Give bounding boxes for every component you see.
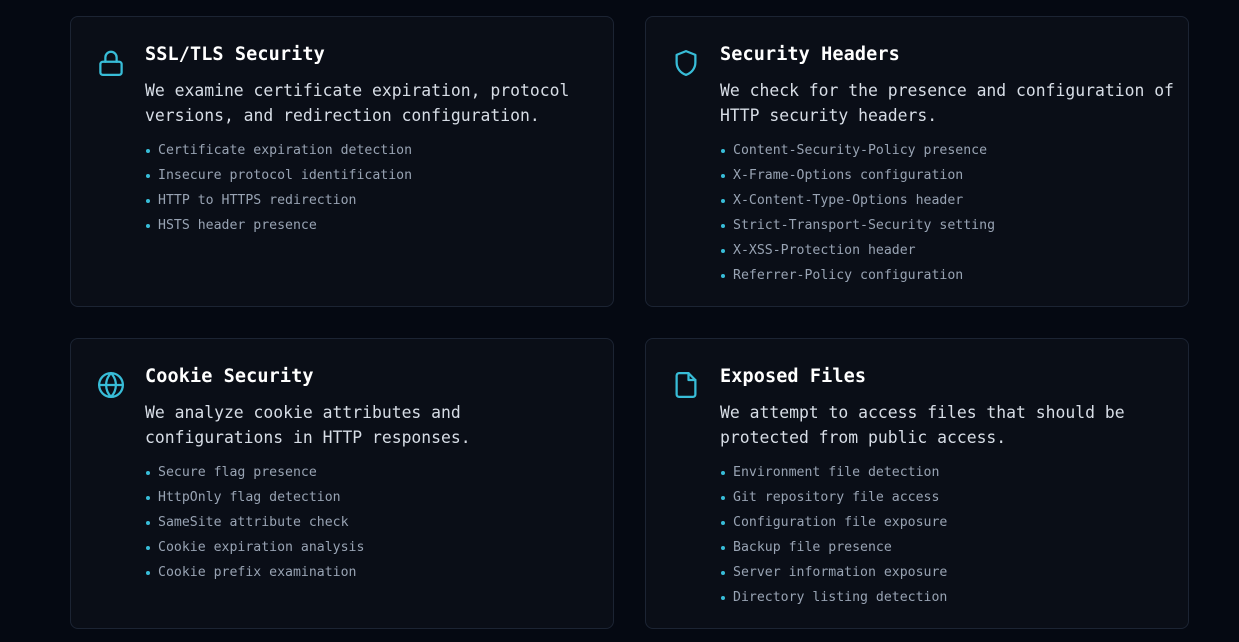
file-icon bbox=[671, 370, 701, 400]
list-item: Secure flag presence bbox=[146, 460, 364, 485]
card-description: We attempt to access files that should b… bbox=[720, 400, 1170, 450]
list-item-label: Cookie prefix examination bbox=[158, 565, 357, 580]
bullet-icon bbox=[146, 570, 150, 575]
list-item-label: Insecure protocol identification bbox=[158, 168, 413, 183]
card-description: We analyze cookie attributes and configu… bbox=[145, 400, 595, 450]
list-item-label: HTTP to HTTPS redirection bbox=[158, 193, 357, 208]
card-title: Cookie Security bbox=[145, 366, 314, 387]
list-item: Certificate expiration detection bbox=[146, 138, 412, 163]
feature-list: Environment file detection Git repositor… bbox=[721, 460, 947, 610]
list-item: Configuration file exposure bbox=[721, 510, 947, 535]
list-item: Content-Security-Policy presence bbox=[721, 138, 995, 163]
bullet-icon bbox=[146, 495, 150, 500]
bullet-icon bbox=[721, 248, 725, 253]
bullet-icon bbox=[721, 545, 725, 550]
list-item: X-Frame-Options configuration bbox=[721, 163, 995, 188]
shield-icon bbox=[671, 48, 701, 78]
bullet-icon bbox=[721, 520, 725, 525]
feature-card-ssl-tls: SSL/TLS Security We examine certificate … bbox=[70, 16, 614, 307]
list-item-label: X-Content-Type-Options header bbox=[733, 193, 964, 208]
description-line: We attempt to access files that should b… bbox=[720, 403, 1125, 422]
feature-list: Secure flag presence HttpOnly flag detec… bbox=[146, 460, 364, 585]
list-item-label: Environment file detection bbox=[733, 465, 940, 480]
list-item: Git repository file access bbox=[721, 485, 947, 510]
description-line: versions, and redirection configuration. bbox=[145, 106, 540, 125]
list-item-label: Server information exposure bbox=[733, 565, 948, 580]
list-item-label: HttpOnly flag detection bbox=[158, 490, 341, 505]
bullet-icon bbox=[721, 148, 725, 153]
globe-icon bbox=[96, 370, 126, 400]
features-grid: SSL/TLS Security We examine certificate … bbox=[0, 0, 1239, 642]
list-item: X-XSS-Protection header bbox=[721, 238, 995, 263]
card-description: We examine certificate expiration, proto… bbox=[145, 78, 595, 128]
lock-icon bbox=[96, 48, 126, 78]
list-item: HSTS header presence bbox=[146, 213, 412, 238]
card-description: We check for the presence and configurat… bbox=[720, 78, 1174, 128]
bullet-icon bbox=[721, 273, 725, 278]
list-item-label: Certificate expiration detection bbox=[158, 143, 413, 158]
list-item: HTTP to HTTPS redirection bbox=[146, 188, 412, 213]
list-item-label: Strict-Transport-Security setting bbox=[733, 218, 996, 233]
description-line: protected from public access. bbox=[720, 428, 1007, 447]
list-item: Cookie expiration analysis bbox=[146, 535, 364, 560]
bullet-icon bbox=[721, 173, 725, 178]
bullet-icon bbox=[146, 520, 150, 525]
list-item-label: Git repository file access bbox=[733, 490, 940, 505]
feature-list: Certificate expiration detection Insecur… bbox=[146, 138, 412, 238]
card-title: Exposed Files bbox=[720, 366, 867, 387]
list-item: Insecure protocol identification bbox=[146, 163, 412, 188]
list-item: Strict-Transport-Security setting bbox=[721, 213, 995, 238]
list-item-label: HSTS header presence bbox=[158, 218, 317, 233]
feature-card-cookie-security: Cookie Security We analyze cookie attrib… bbox=[70, 338, 614, 629]
list-item-label: Referrer-Policy configuration bbox=[733, 268, 964, 283]
description-line: We check for the presence and configurat… bbox=[720, 81, 1174, 100]
list-item: Environment file detection bbox=[721, 460, 947, 485]
list-item-label: Secure flag presence bbox=[158, 465, 317, 480]
list-item-label: Cookie expiration analysis bbox=[158, 540, 365, 555]
list-item-label: X-XSS-Protection header bbox=[733, 243, 916, 258]
list-item-label: Backup file presence bbox=[733, 540, 892, 555]
list-item: HttpOnly flag detection bbox=[146, 485, 364, 510]
bullet-icon bbox=[721, 595, 725, 600]
list-item: SameSite attribute check bbox=[146, 510, 364, 535]
list-item-label: Directory listing detection bbox=[733, 590, 948, 605]
bullet-icon bbox=[146, 470, 150, 475]
list-item: Cookie prefix examination bbox=[146, 560, 364, 585]
bullet-icon bbox=[146, 148, 150, 153]
feature-card-security-headers: Security Headers We check for the presen… bbox=[645, 16, 1189, 307]
description-line: We analyze cookie attributes and bbox=[145, 403, 461, 422]
card-title: SSL/TLS Security bbox=[145, 44, 325, 65]
list-item: Backup file presence bbox=[721, 535, 947, 560]
bullet-icon bbox=[146, 173, 150, 178]
description-line: We examine certificate expiration, proto… bbox=[145, 81, 570, 100]
bullet-icon bbox=[146, 223, 150, 228]
bullet-icon bbox=[721, 198, 725, 203]
list-item-label: Configuration file exposure bbox=[733, 515, 948, 530]
feature-card-exposed-files: Exposed Files We attempt to access files… bbox=[645, 338, 1189, 629]
list-item: Directory listing detection bbox=[721, 585, 947, 610]
bullet-icon bbox=[146, 545, 150, 550]
list-item-label: X-Frame-Options configuration bbox=[733, 168, 964, 183]
bullet-icon bbox=[721, 495, 725, 500]
list-item: Referrer-Policy configuration bbox=[721, 263, 995, 288]
bullet-icon bbox=[721, 470, 725, 475]
bullet-icon bbox=[721, 223, 725, 228]
card-title: Security Headers bbox=[720, 44, 900, 65]
bullet-icon bbox=[146, 198, 150, 203]
list-item-label: Content-Security-Policy presence bbox=[733, 143, 988, 158]
bullet-icon bbox=[721, 570, 725, 575]
description-line: configurations in HTTP responses. bbox=[145, 428, 471, 447]
feature-list: Content-Security-Policy presence X-Frame… bbox=[721, 138, 995, 288]
description-line: HTTP security headers. bbox=[720, 106, 938, 125]
list-item: X-Content-Type-Options header bbox=[721, 188, 995, 213]
list-item-label: SameSite attribute check bbox=[158, 515, 349, 530]
list-item: Server information exposure bbox=[721, 560, 947, 585]
